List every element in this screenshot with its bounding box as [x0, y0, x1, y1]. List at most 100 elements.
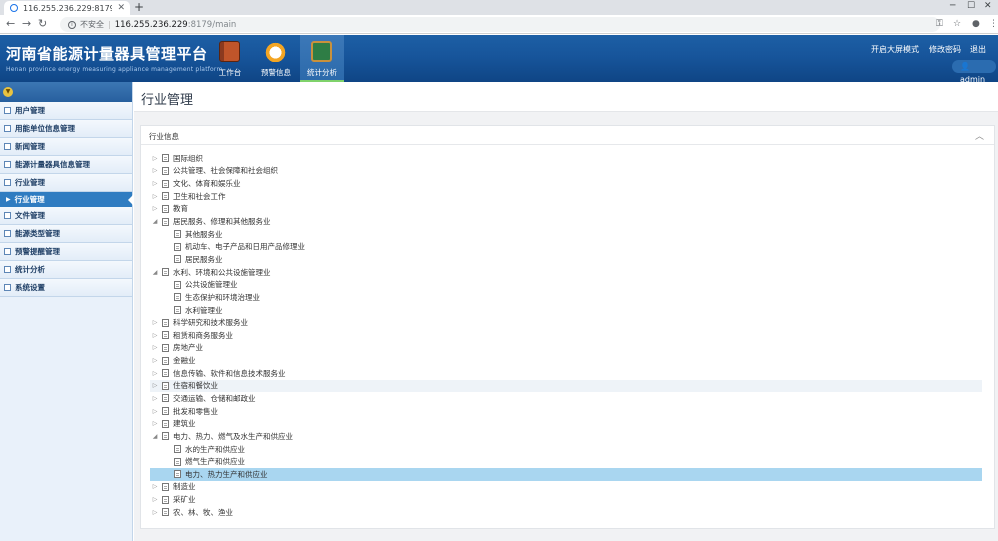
minimize-icon[interactable]: ─ [950, 1, 955, 11]
menu-icon[interactable]: ⋮ [989, 19, 998, 29]
user-menu[interactable]: 👤 admin [952, 60, 996, 84]
tree-node[interactable]: ▷ 科学研究和技术服务业 [150, 316, 982, 329]
tree-node[interactable]: ▷ 卫生和社会工作 [150, 190, 982, 203]
expanded-toggle-icon[interactable]: ◢ [150, 218, 160, 225]
back-icon[interactable]: ← [6, 17, 15, 31]
tree-node-label: 电力、热力生产和供应业 [185, 469, 268, 479]
sidebar-item-alerts[interactable]: 预警提醒管理 [0, 243, 132, 261]
sidebar-item-industry[interactable]: 行业管理 [0, 174, 132, 192]
tree-node-label: 公共设施管理业 [185, 280, 238, 290]
info-icon[interactable]: i [68, 20, 76, 29]
sidebar-item-energy-types[interactable]: 能源类型管理 [0, 225, 132, 243]
tree-node[interactable]: ▷ 住宿和餐饮业 [150, 379, 982, 393]
sidebar-item-news[interactable]: 新闻管理 [0, 138, 132, 156]
url-field[interactable]: i 不安全 | 116.255.236.229:8179/main [60, 17, 940, 32]
tree-node[interactable]: ◢ 电力、热力、燃气及水生产和供应业 [150, 430, 982, 443]
tree-node-label: 居民服务业 [185, 254, 223, 264]
collapse-icon[interactable]: ︿ [975, 129, 984, 142]
collapsed-toggle-icon[interactable]: ▷ [150, 357, 160, 364]
menu-square-icon [4, 143, 11, 150]
nav-statistics[interactable]: 统计分析 [300, 35, 344, 82]
page-title: 行业管理 [141, 93, 194, 108]
tree-child-node[interactable]: 水的生产和供应业 [150, 443, 982, 456]
close-tab-icon[interactable]: ✕ [117, 3, 125, 13]
collapsed-toggle-icon[interactable]: ▷ [150, 155, 160, 162]
collapsed-toggle-icon[interactable]: ▷ [150, 420, 160, 427]
collapsed-toggle-icon[interactable]: ▷ [150, 395, 160, 402]
tree-node[interactable]: ◢ 居民服务、修理和其他服务业 [150, 215, 982, 228]
collapsed-toggle-icon[interactable]: ▷ [150, 370, 160, 377]
star-icon[interactable]: ☆ [953, 19, 961, 29]
tree-node[interactable]: ▷ 租赁和商务服务业 [150, 329, 982, 342]
tree-node[interactable]: ▷ 批发和零售业 [150, 405, 982, 418]
sidebar-item-energy-units[interactable]: 用能单位信息管理 [0, 120, 132, 138]
tree-child-node[interactable]: 燃气生产和供应业 [150, 455, 982, 468]
sidebar-toggle-icon[interactable]: ▼ [3, 87, 13, 97]
tree-child-node[interactable]: 机动车、电子产品和日用产品修理业 [150, 240, 982, 253]
sidebar-item-files[interactable]: 文件管理 [0, 207, 132, 225]
tree-node[interactable]: ▷ 建筑业 [150, 417, 982, 430]
file-icon [162, 482, 169, 491]
url-path: :8179/main [187, 19, 237, 30]
new-tab-button[interactable]: + [134, 1, 144, 14]
tree-node-label: 电力、热力、燃气及水生产和供应业 [173, 431, 293, 441]
logout-link[interactable]: 退出 [970, 44, 986, 55]
profile-icon[interactable]: ● [972, 19, 980, 29]
tree-child-node[interactable]: 电力、热力生产和供应业 [150, 468, 982, 481]
tree-child-node[interactable]: 其他服务业 [150, 228, 982, 241]
sidebar-item-instruments[interactable]: 能源计量器具信息管理 [0, 156, 132, 174]
collapsed-toggle-icon[interactable]: ▷ [150, 319, 160, 326]
maximize-icon[interactable]: ☐ [967, 1, 975, 11]
collapsed-toggle-icon[interactable]: ▷ [150, 344, 160, 351]
tree-node[interactable]: ▷ 农、林、牧、渔业 [150, 506, 982, 519]
file-icon [174, 242, 181, 251]
bigscreen-link[interactable]: 开启大屏模式 [871, 44, 919, 55]
tree-node-label: 其他服务业 [185, 229, 223, 239]
tree-node[interactable]: ▷ 采矿业 [150, 493, 982, 506]
nav-alerts[interactable]: 预警信息 [254, 35, 298, 82]
collapsed-toggle-icon[interactable]: ▷ [150, 382, 160, 389]
tree-node[interactable]: ▷ 教育 [150, 203, 982, 216]
collapsed-toggle-icon[interactable]: ▷ [150, 496, 160, 503]
sidebar-item-settings[interactable]: 系统设置 [0, 279, 132, 297]
tree-node[interactable]: ◢ 水利、环境和公共设施管理业 [150, 266, 982, 279]
tree-node[interactable]: ▷ 信息传输、软件和信息技术服务业 [150, 367, 982, 380]
expanded-toggle-icon[interactable]: ◢ [150, 269, 160, 276]
sidebar-item-statistics[interactable]: 统计分析 [0, 261, 132, 279]
tree-child-node[interactable]: 生态保护和环境治理业 [150, 291, 982, 304]
collapsed-toggle-icon[interactable]: ▷ [150, 205, 160, 212]
tree-node[interactable]: ▷ 交通运输、仓储和邮政业 [150, 392, 982, 405]
collapsed-toggle-icon[interactable]: ▷ [150, 180, 160, 187]
collapsed-toggle-icon[interactable]: ▷ [150, 509, 160, 516]
sidebar-item-label: 用能单位信息管理 [15, 124, 75, 133]
forward-icon[interactable]: → [22, 17, 31, 31]
tree-child-node[interactable]: 公共设施管理业 [150, 278, 982, 291]
file-icon [162, 166, 169, 175]
nav-workbench[interactable]: 工作台 [208, 35, 252, 82]
tree-node[interactable]: ▷ 公共管理、社会保障和社会组织 [150, 165, 982, 178]
tree-child-node[interactable]: 居民服务业 [150, 253, 982, 266]
tree-node[interactable]: ▷ 金融业 [150, 354, 982, 367]
tree-node[interactable]: ▷ 文化、体育和娱乐业 [150, 177, 982, 190]
tree-node[interactable]: ▷ 国际组织 [150, 152, 982, 165]
tree-child-node[interactable]: 水利管理业 [150, 304, 982, 317]
menu-square-icon [4, 284, 11, 291]
sidebar: ▼ 用户管理 用能单位信息管理 新闻管理 能源计量器具信息管理 行业管理 ▶ 行… [0, 82, 133, 541]
change-password-link[interactable]: 修改密码 [929, 44, 961, 55]
tree-node[interactable]: ▷ 房地产业 [150, 342, 982, 355]
expanded-toggle-icon[interactable]: ◢ [150, 433, 160, 440]
collapsed-toggle-icon[interactable]: ▷ [150, 408, 160, 415]
collapsed-toggle-icon[interactable]: ▷ [150, 167, 160, 174]
file-icon [174, 470, 181, 479]
sidebar-subitem-industry[interactable]: ▶ 行业管理 [0, 192, 133, 207]
browser-tab[interactable]: 116.255.236.229:8179/main ✕ [4, 1, 130, 15]
tree-node[interactable]: ▷ 制造业 [150, 481, 982, 494]
window-close-icon[interactable]: ✕ [984, 1, 992, 11]
collapsed-toggle-icon[interactable]: ▷ [150, 332, 160, 339]
industry-tree: ▷ 国际组织 ▷ 公共管理、社会保障和社会组织 ▷ 文化、体育和娱乐业 ▷ 卫生和社会工作 ▷ 教… [150, 152, 982, 519]
key-icon[interactable]: ⚿ [936, 19, 943, 29]
collapsed-toggle-icon[interactable]: ▷ [150, 193, 160, 200]
sidebar-item-users[interactable]: 用户管理 [0, 102, 132, 120]
reload-icon[interactable]: ↻ [38, 17, 47, 31]
collapsed-toggle-icon[interactable]: ▷ [150, 483, 160, 490]
